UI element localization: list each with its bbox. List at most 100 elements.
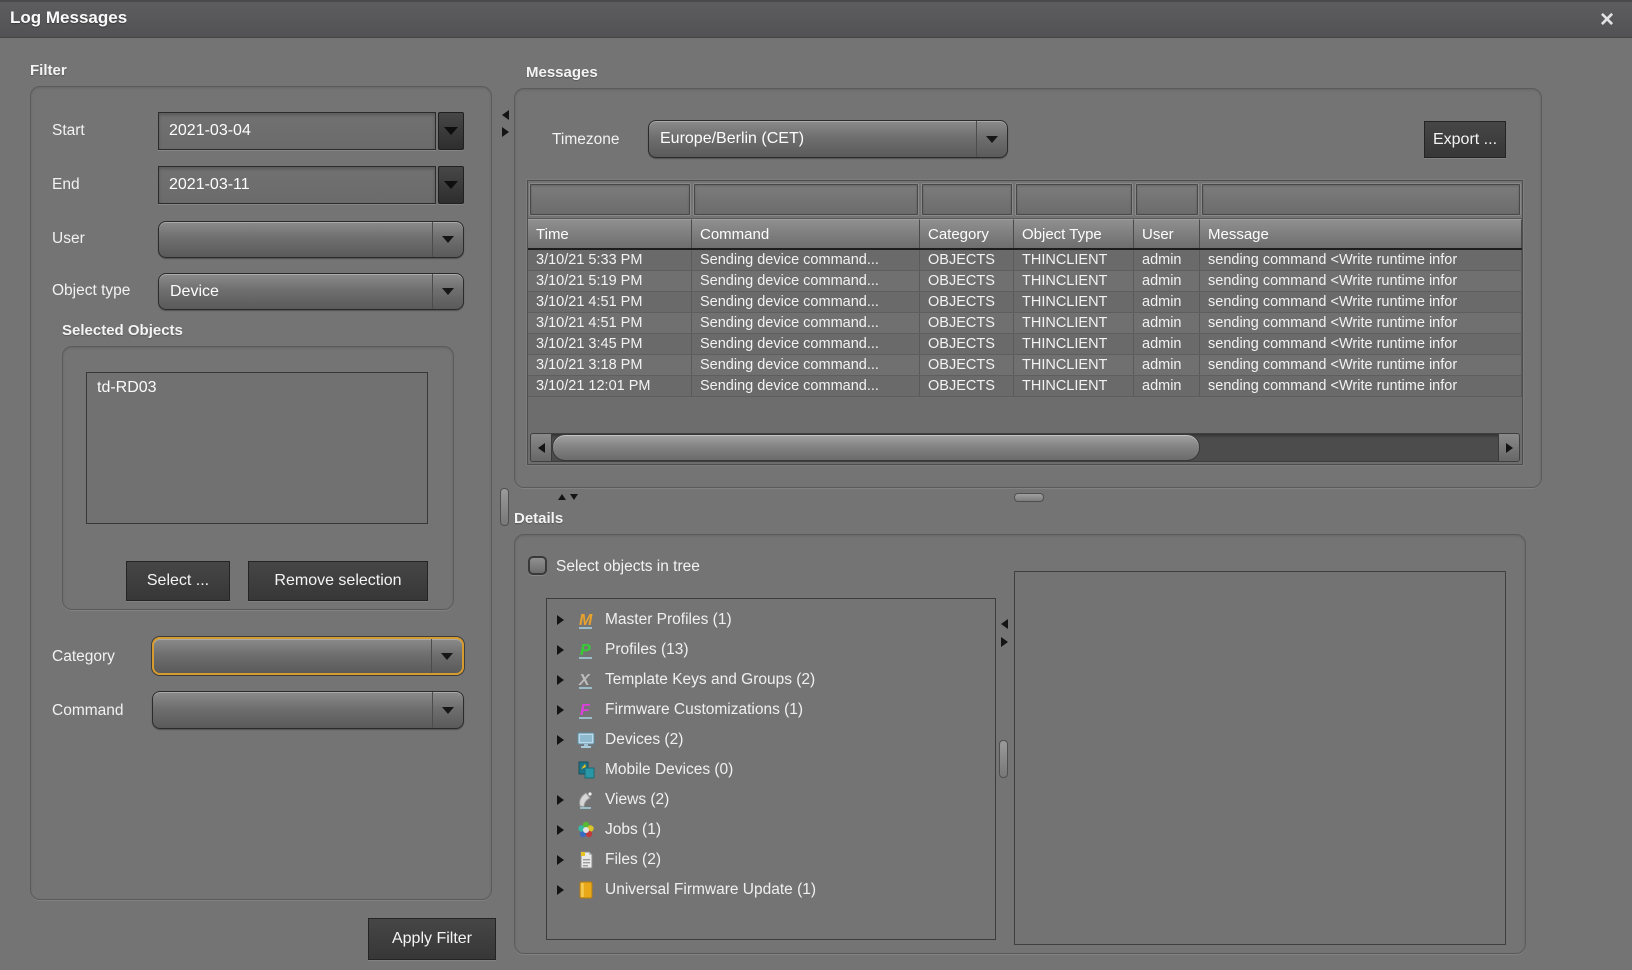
tree-item[interactable]: XTemplate Keys and Groups (2)	[547, 665, 995, 695]
expand-arrow-icon[interactable]	[557, 735, 564, 745]
column-filter-input[interactable]	[530, 184, 690, 215]
table-cell-object_type: THINCLIENT	[1014, 355, 1134, 375]
expand-right-icon[interactable]	[1001, 637, 1008, 647]
table-row[interactable]: 3/10/21 3:45 PMSending device command...…	[528, 334, 1522, 355]
svg-text:F: F	[580, 702, 591, 719]
collapse-left-icon[interactable]	[502, 110, 509, 120]
title-bar[interactable]: Log Messages ×	[0, 0, 1632, 38]
table-cell-user: admin	[1134, 355, 1200, 375]
chevron-down-icon[interactable]	[432, 274, 463, 309]
expand-down-icon[interactable]	[570, 494, 578, 500]
column-header-time[interactable]: Time	[528, 219, 692, 248]
start-date-dropdown-button[interactable]	[438, 112, 464, 150]
table-row[interactable]: 3/10/21 4:51 PMSending device command...…	[528, 313, 1522, 334]
tree-item[interactable]: FFirmware Customizations (1)	[547, 695, 995, 725]
tree-item[interactable]: MMaster Profiles (1)	[547, 605, 995, 635]
chevron-down-icon[interactable]	[976, 121, 1007, 157]
chevron-down-icon[interactable]	[431, 639, 462, 673]
apply-filter-button[interactable]: Apply Filter	[368, 918, 496, 960]
svg-text:P: P	[580, 642, 591, 659]
table-row[interactable]: 3/10/21 4:51 PMSending device command...…	[528, 292, 1522, 313]
table-cell-object_type: THINCLIENT	[1014, 250, 1134, 270]
horizontal-scrollbar[interactable]	[530, 433, 1520, 462]
column-filter-message[interactable]	[1200, 181, 1522, 218]
selected-objects-list[interactable]: td-RD03	[86, 372, 428, 524]
start-date-field[interactable]: 2021-03-04	[158, 112, 436, 150]
table-row[interactable]: 3/10/21 5:33 PMSending device command...…	[528, 250, 1522, 271]
select-objects-in-tree-checkbox[interactable]	[528, 556, 547, 575]
column-filter-category[interactable]	[920, 181, 1014, 218]
end-date-dropdown-button[interactable]	[438, 166, 464, 204]
expand-right-icon[interactable]	[502, 127, 509, 137]
devices-icon	[575, 730, 597, 750]
tree-item[interactable]: PProfiles (13)	[547, 635, 995, 665]
column-header-command[interactable]: Command	[692, 219, 920, 248]
table-cell-time: 3/10/21 4:51 PM	[528, 313, 692, 333]
table-cell-object_type: THINCLIENT	[1014, 271, 1134, 291]
horizontal-splitter-handle[interactable]	[1014, 493, 1044, 502]
table-cell-message: sending command <Write runtime infor	[1200, 334, 1522, 354]
universal-firmware-update-icon	[575, 880, 597, 900]
tree-item[interactable]: Views (2)	[547, 785, 995, 815]
column-header-user[interactable]: User	[1134, 219, 1200, 248]
chevron-down-icon	[444, 127, 458, 135]
expand-arrow-icon[interactable]	[557, 855, 564, 865]
tree-item[interactable]: Devices (2)	[547, 725, 995, 755]
column-filter-user[interactable]	[1134, 181, 1200, 218]
select-button[interactable]: Select ...	[126, 561, 230, 601]
column-filter-input[interactable]	[1136, 184, 1198, 215]
list-item[interactable]: td-RD03	[97, 379, 157, 396]
column-filter-input[interactable]	[694, 184, 918, 215]
table-cell-command: Sending device command...	[692, 313, 920, 333]
table-cell-user: admin	[1134, 334, 1200, 354]
user-label: User	[52, 230, 85, 248]
expand-arrow-icon[interactable]	[557, 645, 564, 655]
details-splitter-handle[interactable]	[999, 740, 1008, 778]
expand-arrow-icon[interactable]	[557, 795, 564, 805]
tree-item[interactable]: Mobile Devices (0)	[547, 755, 995, 785]
table-row[interactable]: 3/10/21 3:18 PMSending device command...…	[528, 355, 1522, 376]
column-filter-object_type[interactable]	[1014, 181, 1134, 218]
category-combobox[interactable]	[152, 637, 464, 675]
details-text-area[interactable]	[1014, 571, 1506, 945]
messages-section-label: Messages	[526, 64, 598, 81]
vertical-splitter-handle[interactable]	[500, 488, 509, 526]
tree-item-label: Jobs (1)	[605, 821, 661, 839]
column-filter-time[interactable]	[528, 181, 692, 218]
table-cell-command: Sending device command...	[692, 250, 920, 270]
close-icon[interactable]: ×	[1600, 5, 1614, 35]
table-cell-command: Sending device command...	[692, 334, 920, 354]
remove-selection-button[interactable]: Remove selection	[248, 561, 428, 601]
chevron-down-icon[interactable]	[432, 222, 463, 257]
column-filter-input[interactable]	[1016, 184, 1132, 215]
scroll-right-icon[interactable]	[1498, 434, 1519, 461]
expand-arrow-icon[interactable]	[557, 675, 564, 685]
tree-item[interactable]: Universal Firmware Update (1)	[547, 875, 995, 905]
table-row[interactable]: 3/10/21 5:19 PMSending device command...…	[528, 271, 1522, 292]
column-filter-input[interactable]	[922, 184, 1012, 215]
table-row[interactable]: 3/10/21 12:01 PMSending device command..…	[528, 376, 1522, 397]
tree-item[interactable]: Jobs (1)	[547, 815, 995, 845]
expand-arrow-icon[interactable]	[557, 615, 564, 625]
expand-arrow-icon[interactable]	[557, 825, 564, 835]
end-date-field[interactable]: 2021-03-11	[158, 166, 436, 204]
splitter-collapse-icons[interactable]	[558, 494, 578, 500]
command-combobox[interactable]	[152, 691, 464, 729]
collapse-up-icon[interactable]	[558, 494, 566, 500]
column-filter-command[interactable]	[692, 181, 920, 218]
tree-item[interactable]: Files (2)	[547, 845, 995, 875]
export-button[interactable]: Export ...	[1424, 121, 1506, 158]
collapse-left-icon[interactable]	[1001, 619, 1008, 629]
scrollbar-thumb[interactable]	[552, 434, 1200, 461]
column-header-message[interactable]: Message	[1200, 219, 1522, 248]
scroll-left-icon[interactable]	[531, 434, 552, 461]
column-filter-input[interactable]	[1202, 184, 1520, 215]
expand-arrow-icon[interactable]	[557, 705, 564, 715]
object-type-combobox[interactable]: Device	[158, 273, 464, 310]
user-combobox[interactable]	[158, 221, 464, 258]
chevron-down-icon[interactable]	[432, 692, 463, 728]
timezone-combobox[interactable]: Europe/Berlin (CET)	[648, 120, 1008, 158]
column-header-category[interactable]: Category	[920, 219, 1014, 248]
column-header-object_type[interactable]: Object Type	[1014, 219, 1134, 248]
expand-arrow-icon[interactable]	[557, 885, 564, 895]
